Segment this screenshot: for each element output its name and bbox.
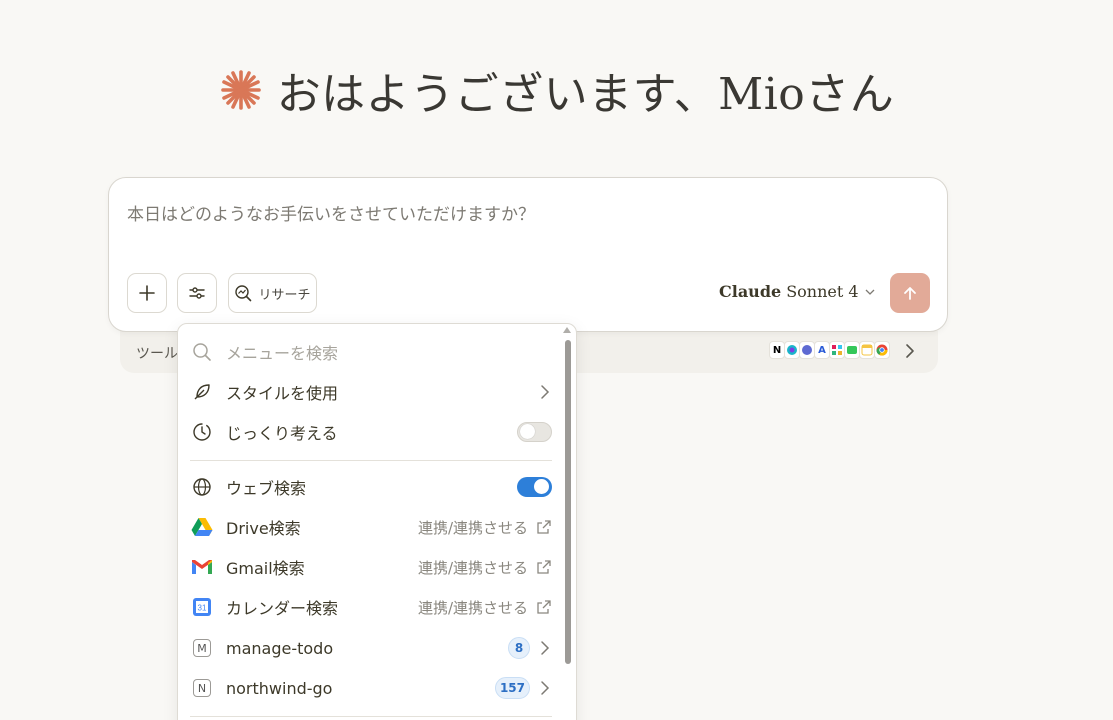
menu-item-label: Drive検索 (226, 519, 301, 538)
letter-m-icon: M (193, 639, 211, 657)
connect-text: 連携/連携させる (417, 558, 528, 577)
menu-item-label: northwind-go (226, 678, 333, 698)
gmail-icon (192, 560, 212, 574)
menu-item-label: スタイルを使用 (226, 384, 339, 403)
count-badge: 157 (494, 677, 530, 699)
notes-icon (859, 341, 875, 359)
timer-icon (193, 423, 211, 441)
external-link-icon (537, 600, 551, 614)
menu-scrollbar[interactable] (565, 340, 571, 664)
prompt-input[interactable]: 本日はどのようなお手伝いをさせていただけますか？ (127, 200, 535, 225)
menu-item-manage-todo[interactable]: M manage-todo 8 (190, 630, 552, 666)
send-button[interactable] (890, 273, 930, 313)
linear-icon (799, 341, 815, 359)
greeting-title: おはようございます、Mioさん (276, 69, 895, 120)
research-button[interactable]: リサーチ (228, 273, 317, 313)
scroll-up-arrow-icon[interactable] (563, 327, 571, 333)
letter-n-icon: N (193, 679, 211, 697)
chevron-right-icon (541, 641, 550, 655)
menu-item-calendar-search[interactable]: 31 カレンダー検索 連携/連携させる (190, 589, 552, 625)
chevron-right-icon[interactable] (903, 343, 917, 359)
add-button[interactable] (127, 273, 167, 313)
menu-item-web-search[interactable]: ウェブ検索 (190, 469, 552, 505)
feather-icon (194, 384, 210, 400)
plus-icon (139, 285, 155, 301)
canva-icon (784, 341, 800, 359)
count-badge: 8 (508, 637, 530, 659)
tools-button[interactable] (177, 273, 217, 313)
menu-item-label: カレンダー検索 (226, 599, 339, 618)
globe-icon (193, 478, 211, 496)
menu-item-gmail-search[interactable]: Gmail検索 連携/連携させる (190, 549, 552, 585)
asana-icon: A (814, 341, 830, 359)
connect-text: 連携/連携させる (417, 598, 528, 617)
menu-divider (190, 460, 552, 461)
claude-logo-icon (220, 70, 261, 110)
model-selector[interactable]: Claude Sonnet 4 (719, 282, 876, 301)
menu-item-label: ウェブ検索 (226, 479, 307, 498)
facetime-icon (844, 341, 860, 359)
tools-menu: メニューを検索 スタイルを使用 じっくり考える ウェブ検索 Drive検索 連携… (177, 323, 577, 720)
model-name: Sonnet 4 (786, 282, 859, 301)
menu-item-label: manage-todo (226, 638, 334, 658)
chevron-down-icon (865, 289, 875, 295)
composer: 本日はどのようなお手伝いをさせていただけますか？ リサーチ Claude Son… (108, 177, 948, 332)
web-search-toggle[interactable] (517, 477, 552, 497)
chevron-right-icon (541, 385, 550, 399)
sliders-icon (189, 287, 205, 299)
menu-item-label: じっくり考える (226, 424, 338, 443)
connect-text: 連携/連携させる (417, 518, 528, 537)
notion-icon: N (769, 341, 785, 359)
menu-item-label: Gmail検索 (226, 559, 305, 578)
model-brand: Claude (719, 282, 782, 301)
menu-item-style[interactable]: スタイルを使用 (190, 374, 552, 410)
connector-icons[interactable]: N A (769, 341, 890, 359)
chevron-right-icon (541, 681, 550, 695)
chrome-icon (874, 341, 890, 359)
menu-item-drive-search[interactable]: Drive検索 連携/連携させる (190, 509, 552, 545)
thinking-toggle[interactable] (517, 422, 552, 442)
menu-search[interactable]: メニューを検索 (190, 334, 552, 370)
arrow-up-icon (904, 287, 916, 300)
calendar-day: 31 (198, 604, 207, 613)
external-link-icon (537, 520, 551, 534)
research-label: リサーチ (258, 287, 311, 303)
menu-search-input[interactable]: メニューを検索 (226, 340, 552, 364)
menu-item-northwind-go[interactable]: N northwind-go 157 (190, 670, 552, 706)
search-icon (193, 343, 211, 361)
google-drive-icon (191, 518, 213, 536)
menu-item-extended-thinking[interactable]: じっくり考える (190, 414, 552, 450)
google-calendar-icon: 31 (193, 598, 211, 616)
external-link-icon (537, 560, 551, 574)
greeting: おはようございます、Mioさん (0, 58, 1113, 122)
slack-icon (829, 341, 845, 359)
menu-divider (190, 716, 552, 717)
research-icon (235, 285, 252, 302)
